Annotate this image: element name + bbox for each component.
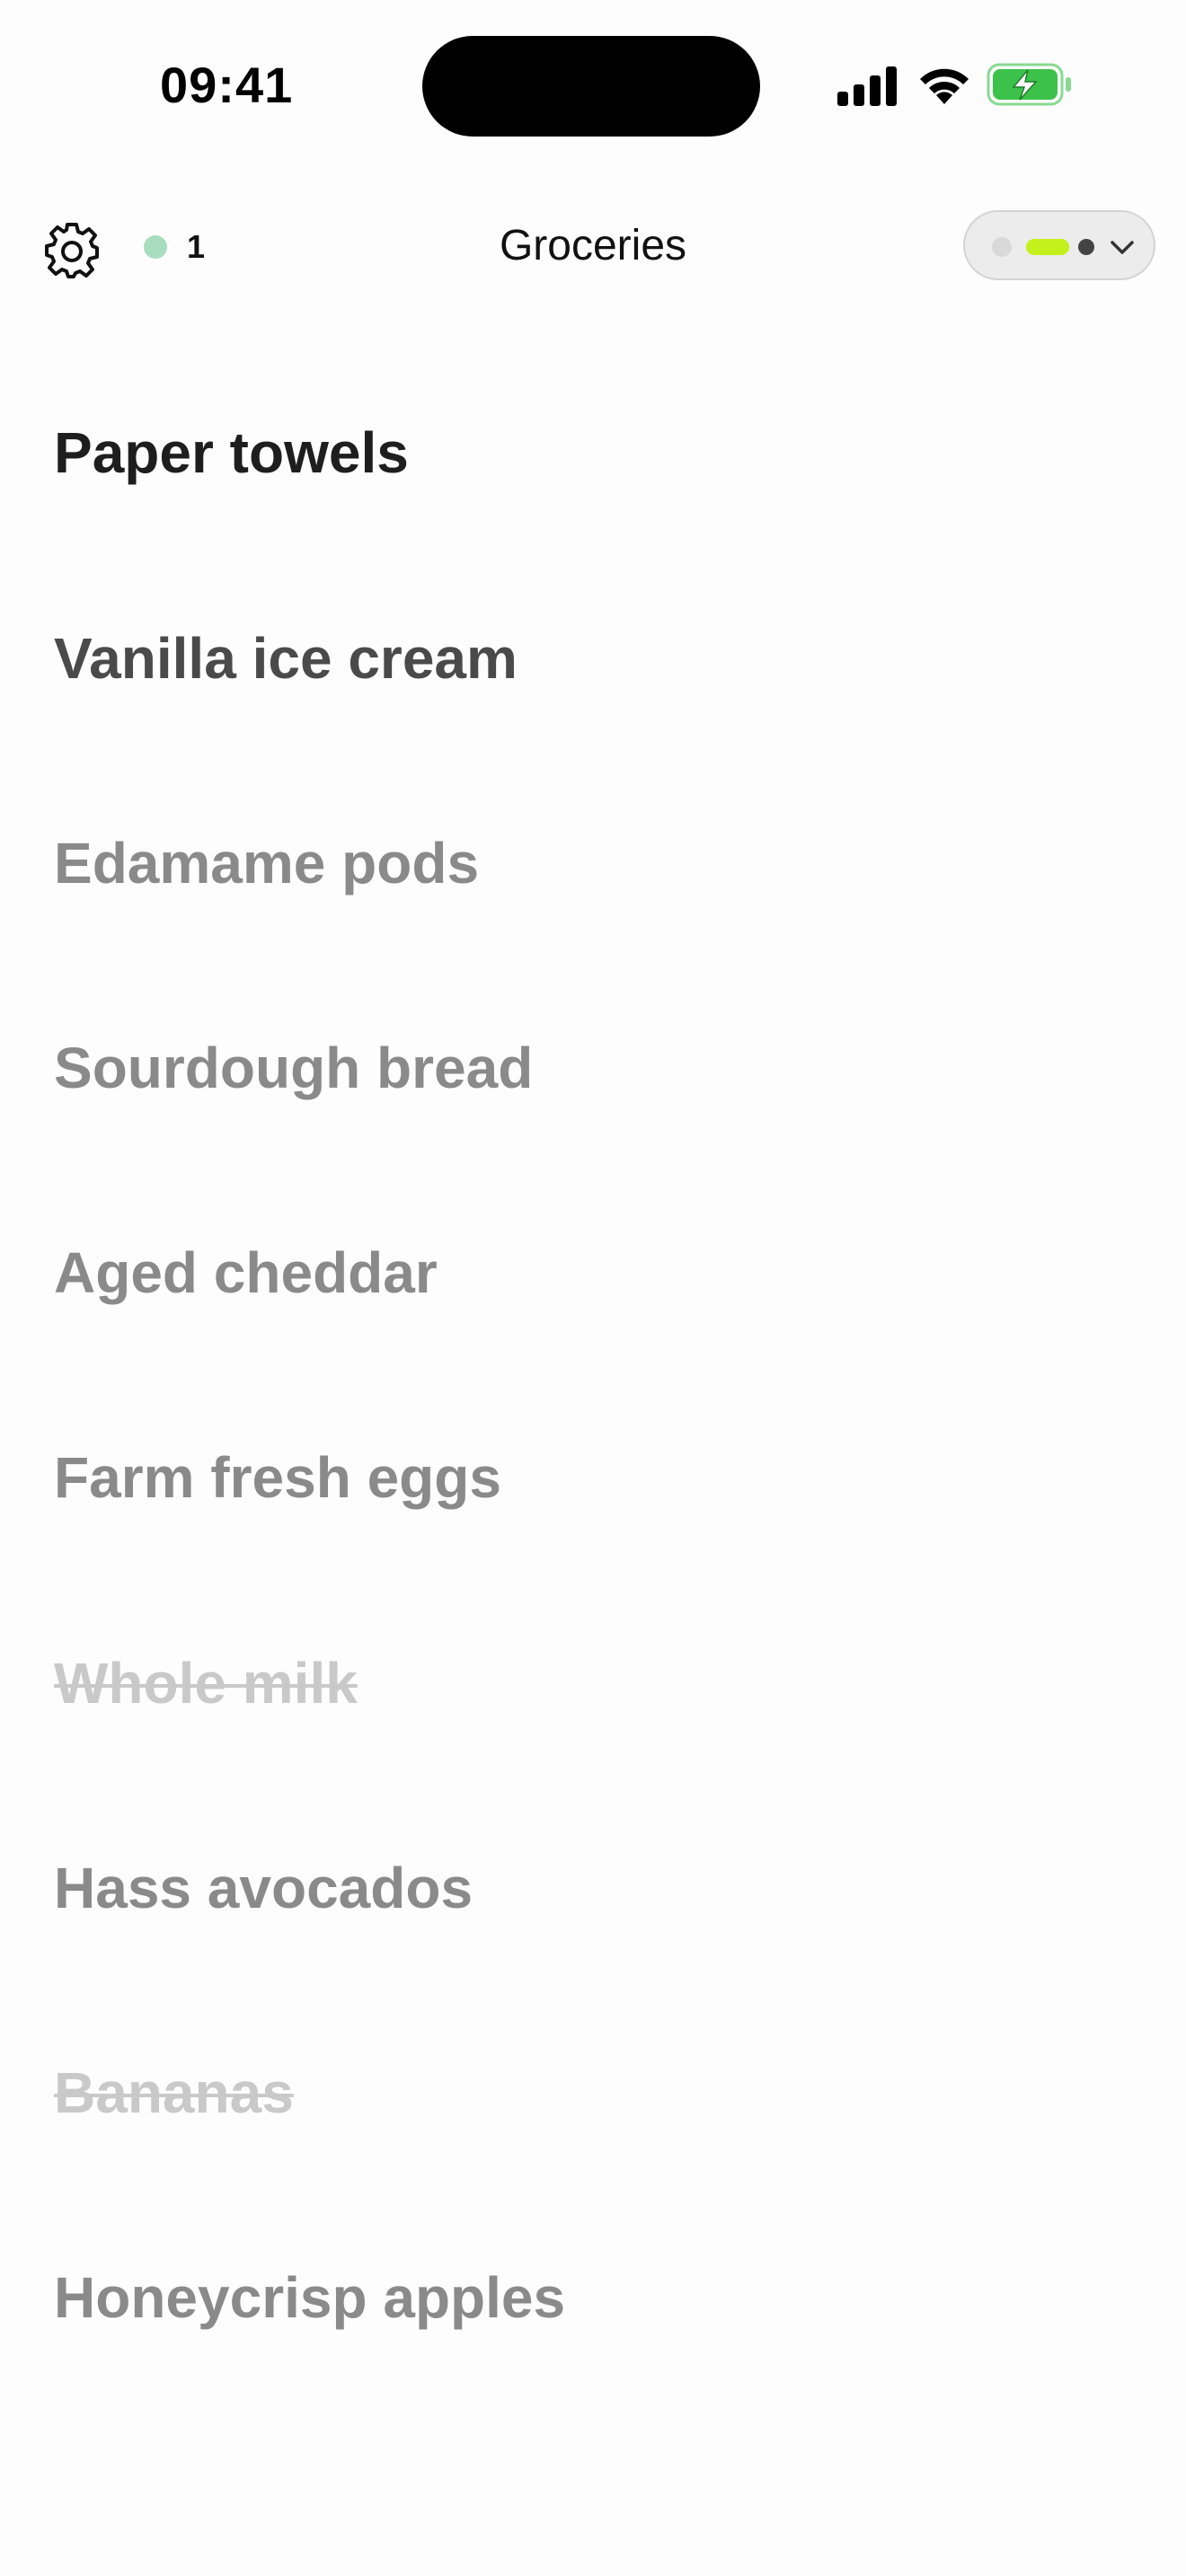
list-item[interactable]: Edamame pods — [54, 827, 479, 899]
view-option-active-pill — [1026, 239, 1069, 255]
wifi-icon — [920, 68, 969, 104]
view-switcher-button[interactable] — [963, 210, 1155, 280]
list-item[interactable]: Sourdough bread — [54, 1032, 533, 1104]
cellular-signal-icon — [837, 66, 897, 106]
list-item[interactable]: Vanilla ice cream — [54, 622, 518, 694]
list-item[interactable]: Farm fresh eggs — [54, 1442, 501, 1513]
list-item[interactable]: Paper towels — [54, 417, 409, 489]
screen: 09:41 1 Groceries Paper towels Vanilla i… — [0, 0, 1186, 2576]
list-item-completed[interactable]: Bananas — [54, 2057, 294, 2129]
list-item[interactable]: Aged cheddar — [54, 1237, 438, 1309]
dynamic-island — [422, 36, 760, 137]
view-option-dot — [992, 237, 1012, 257]
list-item-completed[interactable]: Whole milk — [54, 1647, 358, 1719]
chevron-down-icon — [1111, 241, 1134, 254]
view-option-dot — [1078, 239, 1094, 255]
status-time: 09:41 — [160, 57, 294, 113]
list-item[interactable]: Honeycrisp apples — [54, 2262, 565, 2333]
battery-charging-icon — [987, 63, 1071, 106]
list-item[interactable]: Hass avocados — [54, 1852, 473, 1924]
